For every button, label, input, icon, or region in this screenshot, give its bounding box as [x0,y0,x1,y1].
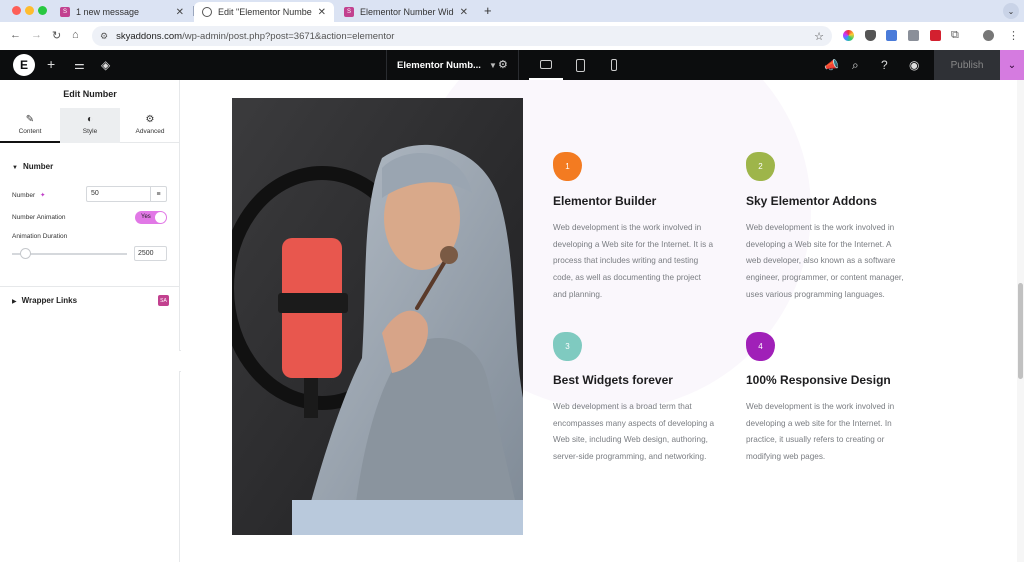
desktop-icon [540,59,552,69]
preview-eye-icon[interactable]: ◉ [909,58,919,72]
tab-content[interactable]: ✎ Content [0,108,60,143]
reload-icon[interactable]: ↻ [52,29,61,42]
feature-title: Sky Elementor Addons [746,194,877,208]
browser-tab-bar: S 1 new message ✕ Edit "Elementor Number… [0,0,1024,22]
add-element-icon[interactable]: + [47,56,55,72]
browser-tab-edit[interactable]: Edit "Elementor Number Widget" ✕ [194,2,334,22]
number-animation-label: Number Animation [12,214,66,221]
back-arrow-icon[interactable]: ← [10,29,21,41]
number-label: Number ✦ [12,192,46,199]
extension-red-icon[interactable] [930,30,941,41]
extensions-puzzle-icon[interactable]: ⧉ [951,29,959,42]
close-tab-icon[interactable]: ✕ [176,7,184,18]
elementor-top-bar: E + ⚌ ◈ Elementor Numb... ▼ ⚙ 📣 ⌕ ? ◉ Pu… [0,50,1024,80]
tab-advanced[interactable]: ⚙ Advanced [120,108,180,143]
close-tab-icon[interactable]: ✕ [318,7,326,18]
pencil-icon: ✎ [25,114,35,125]
search-icon[interactable]: ⌕ [852,58,859,73]
feature-description: Web development is the work involved in … [746,223,904,299]
address-bar-row: ← → ↻ ⌂ ⚙ skyaddons.com/wp-admin/post.ph… [0,22,1024,50]
feature-title: 100% Responsive Design [746,373,891,387]
slider-handle[interactable] [20,248,32,259]
extension-image-icon[interactable] [908,30,919,41]
globe-icon [202,7,212,17]
feature-description: Web development is the work involved in … [746,402,895,462]
browser-tab-widget[interactable]: S Elementor Number Widget - S ✕ [336,2,476,22]
zoom-window-button[interactable] [38,6,47,15]
caret-down-icon: ▼ [12,165,18,171]
animation-duration-input[interactable]: 2500 [134,246,167,261]
skyaddons-favicon: S [60,7,70,17]
site-settings-sliders-icon[interactable]: ⚌ [74,58,85,72]
desktop-view-button[interactable] [529,50,563,80]
extension-shield-icon[interactable] [865,30,876,41]
editor-panel: Edit Number ✎ Content ◐ Style ⚙ Advanced… [0,80,180,562]
bookmark-star-icon[interactable]: ☆ [814,30,824,43]
number-badge: 1 [553,152,582,181]
new-tab-button[interactable]: + [484,3,492,18]
url-field[interactable]: ⚙ skyaddons.com/wp-admin/post.php?post=3… [92,26,832,46]
number-animation-toggle[interactable]: Yes [135,211,167,224]
panel-tabs: ✎ Content ◐ Style ⚙ Advanced [0,108,180,143]
publish-options-chevron-icon[interactable]: ⌄ [1000,50,1024,80]
feature-title: Best Widgets forever [553,373,673,387]
feature-title: Elementor Builder [553,194,657,208]
animation-duration-label: Animation Duration [12,233,68,240]
caret-right-icon: ▶ [12,299,17,305]
mobile-view-button[interactable] [597,50,631,80]
number-badge: 3 [553,332,582,361]
extension-translate-icon[interactable] [886,30,897,41]
feature-description: Web development is the work involved in … [553,223,714,299]
section-wrapper-links-header[interactable]: ▶ Wrapper Links [12,296,77,305]
notifications-megaphone-icon[interactable]: 📣 [824,58,839,72]
browser-menu-icon[interactable]: ⋮ [1008,29,1019,42]
extension-colorzilla-icon[interactable] [843,30,854,41]
tablet-view-button[interactable] [563,50,597,80]
tablet-icon [575,58,585,72]
help-icon[interactable]: ? [881,58,888,72]
browser-tab-messages[interactable]: S 1 new message ✕ [52,2,192,22]
minimize-window-button[interactable] [25,6,34,15]
page-settings-gear-icon[interactable]: ⚙ [498,58,508,71]
skyaddons-favicon: S [344,7,354,17]
close-window-button[interactable] [12,6,21,15]
elementor-logo[interactable]: E [13,54,35,76]
site-settings-icon[interactable]: ⚙ [100,31,108,42]
sky-addons-badge-icon: SA [158,295,169,306]
number-badge: 2 [746,152,775,181]
database-icon[interactable]: ≡ [150,187,166,201]
close-tab-icon[interactable]: ✕ [460,7,468,18]
home-icon[interactable]: ⌂ [72,29,79,41]
mobile-icon [611,59,617,71]
tab-search-chevron-icon[interactable]: ⌄ [1003,3,1019,19]
forward-arrow-icon[interactable]: → [31,29,42,41]
panel-title: Edit Number [63,89,117,99]
number-badge: 4 [746,332,775,361]
profile-avatar[interactable] [983,30,994,41]
chevron-down-icon: ▼ [488,60,497,70]
section-number-header[interactable]: ▼ Number [12,162,53,171]
scrollbar-thumb[interactable] [1018,283,1023,379]
gear-icon: ⚙ [145,114,155,125]
publish-button[interactable]: Publish [934,50,1000,80]
dynamic-tags-sparkle-icon[interactable]: ✦ [40,192,45,199]
half-circle-icon: ◐ [86,114,94,125]
tab-style[interactable]: ◐ Style [60,108,120,143]
number-input[interactable]: 50 ≡ [86,186,167,202]
feature-description: Web development is a broad term that enc… [553,402,715,462]
woman-with-phone-ring-light-photo [232,98,523,535]
structure-layers-icon[interactable]: ◈ [101,58,110,72]
